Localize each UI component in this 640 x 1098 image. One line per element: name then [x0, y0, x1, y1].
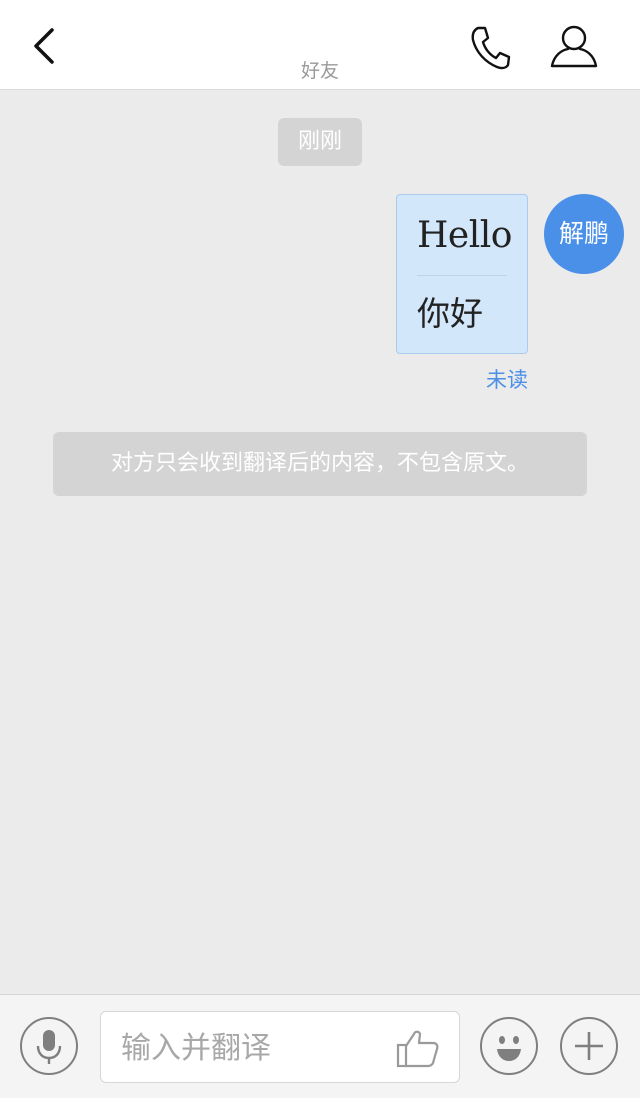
plus-icon: [575, 1032, 603, 1060]
voice-button[interactable]: [20, 1017, 78, 1075]
top-bar: 好友: [0, 0, 640, 90]
message-divider: [417, 275, 507, 276]
thumbs-up-icon: [396, 1030, 439, 1068]
emoji-button[interactable]: [480, 1017, 538, 1075]
read-status: 未读: [486, 368, 528, 392]
phone-icon: [471, 26, 511, 70]
message-input-box[interactable]: [100, 1011, 460, 1084]
translation-notice: 对方只会收到翻译后的内容，不包含原文。: [53, 432, 587, 496]
timestamp-badge: 刚刚: [278, 118, 362, 166]
profile-button[interactable]: [546, 22, 602, 72]
like-button[interactable]: [395, 1026, 441, 1070]
input-bar: [0, 994, 640, 1098]
sender-avatar[interactable]: 解鹏: [544, 194, 624, 274]
chat-title: 好友: [300, 60, 339, 82]
message-bubble[interactable]: Hello 你好: [396, 194, 528, 354]
user-icon: [550, 25, 598, 68]
microphone-icon: [36, 1030, 62, 1064]
message-translated-text: 你好: [417, 294, 483, 333]
message-input[interactable]: [119, 1012, 383, 1084]
more-button[interactable]: [560, 1017, 618, 1075]
call-button[interactable]: [466, 22, 514, 72]
message-original-text: Hello: [417, 215, 512, 256]
smiley-icon: [497, 1036, 521, 1061]
